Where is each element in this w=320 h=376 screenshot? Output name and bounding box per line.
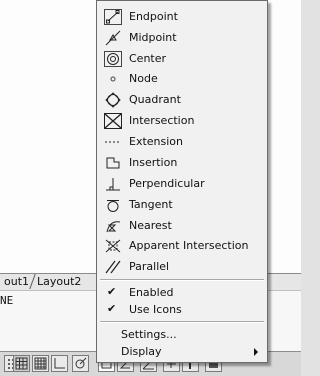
- menu-item-tangent[interactable]: Tangent: [98, 195, 266, 215]
- menu-item-center[interactable]: Center: [98, 49, 266, 69]
- menu-item-label: Intersection: [129, 114, 195, 127]
- tab-layout2-label: Layout2: [37, 275, 82, 288]
- extension-icon: [104, 134, 122, 150]
- menu-item-label: Center: [129, 52, 167, 65]
- menu-item-quadrant[interactable]: Quadrant: [98, 90, 266, 110]
- endpoint-icon: [104, 9, 122, 25]
- menu-separator: [100, 321, 264, 323]
- menu-item-display[interactable]: Display: [98, 342, 266, 362]
- intersection-icon: [104, 113, 122, 129]
- perpendicular-icon: [104, 176, 122, 192]
- menu-item-label: Nearest: [129, 219, 172, 232]
- tangent-icon: [104, 197, 122, 213]
- object-snap-context-menu: Endpoint Midpoint Center Node Quadrant I…: [96, 0, 268, 363]
- menu-item-endpoint[interactable]: Endpoint: [98, 7, 266, 27]
- grid-toggle-icon[interactable]: [13, 355, 30, 372]
- center-icon: [104, 51, 122, 67]
- menu-item-label: Midpoint: [129, 31, 177, 44]
- insertion-icon: [104, 155, 122, 171]
- menu-item-label: Tangent: [129, 198, 173, 211]
- menu-item-label: Parallel: [129, 260, 170, 273]
- ortho-toggle-icon[interactable]: [51, 355, 68, 372]
- check-icon: ✔: [107, 285, 117, 298]
- check-icon: ✔: [107, 302, 117, 315]
- menu-item-intersection[interactable]: Intersection: [98, 111, 266, 131]
- apparent-intersection-icon: [104, 238, 122, 254]
- menu-item-insertion[interactable]: Insertion: [98, 153, 266, 173]
- command-text: NE: [0, 294, 14, 307]
- midpoint-icon: [104, 30, 122, 46]
- quadrant-icon: [104, 92, 122, 108]
- menu-item-label: Endpoint: [129, 10, 178, 23]
- tab-layout2[interactable]: Layout2: [29, 274, 89, 289]
- menu-item-apparent-intersection[interactable]: Apparent Intersection: [98, 236, 266, 256]
- nearest-icon: [104, 218, 122, 234]
- grid-display-icon[interactable]: [32, 355, 49, 372]
- parallel-icon: [104, 259, 122, 275]
- node-icon: [104, 71, 122, 87]
- menu-item-extension[interactable]: Extension: [98, 132, 266, 152]
- menu-item-node[interactable]: Node: [98, 69, 266, 89]
- menu-item-nearest[interactable]: Nearest: [98, 216, 266, 236]
- menu-item-label: Settings...: [121, 328, 177, 341]
- menu-item-label: Perpendicular: [129, 177, 205, 190]
- menu-item-use-icons[interactable]: ✔ Use Icons: [98, 300, 266, 320]
- menu-item-parallel[interactable]: Parallel: [98, 257, 266, 277]
- menu-item-perpendicular[interactable]: Perpendicular: [98, 174, 266, 194]
- tab-layout1[interactable]: out1: [0, 274, 33, 289]
- submenu-arrow-icon: [254, 348, 258, 356]
- menu-item-label: Insertion: [129, 156, 178, 169]
- menu-separator: [100, 279, 264, 281]
- menu-item-label: Extension: [129, 135, 184, 148]
- menu-item-label: Enabled: [129, 286, 174, 299]
- menu-item-label: Use Icons: [129, 303, 182, 316]
- menu-item-label: Node: [129, 72, 158, 85]
- menu-item-label: Apparent Intersection: [129, 239, 249, 252]
- menu-item-label: Display: [121, 345, 162, 358]
- polar-tracking-icon[interactable]: [72, 355, 89, 372]
- menu-item-label: Quadrant: [129, 93, 181, 106]
- menu-item-midpoint[interactable]: Midpoint: [98, 28, 266, 48]
